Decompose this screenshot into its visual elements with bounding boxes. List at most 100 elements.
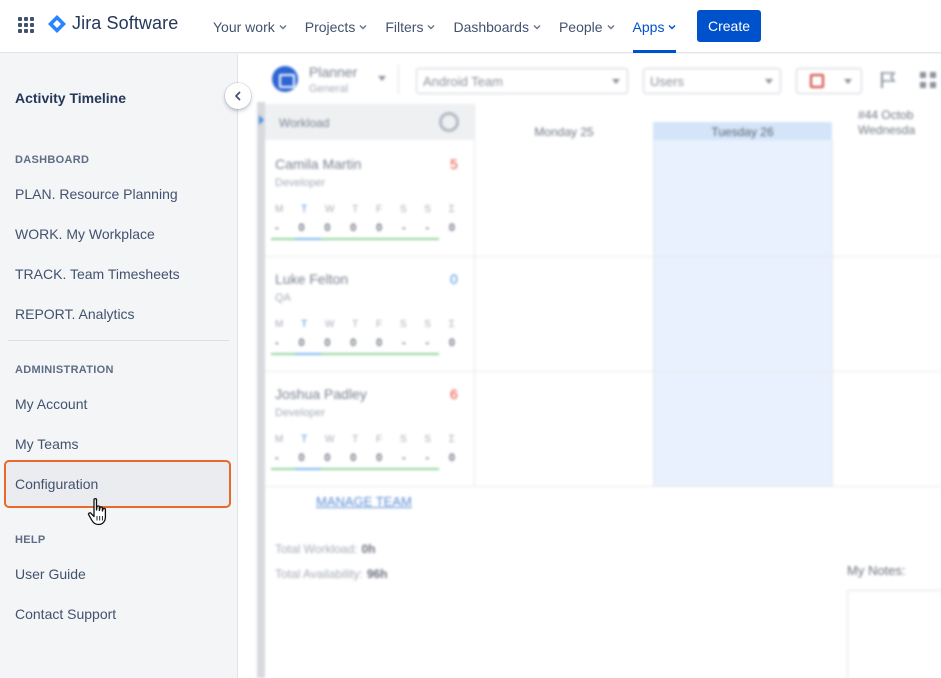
chevron-down-icon (279, 24, 287, 30)
chevron-down-icon[interactable] (378, 76, 386, 81)
weekday-value: 0 (448, 337, 455, 349)
workload-bar-today (295, 468, 321, 470)
nav-item-label: Your work (213, 18, 275, 35)
team-member-row[interactable]: Luke Felton QA 0 M T W T F S S Σ - 0 0 0 0 - - 0 (265, 257, 474, 369)
gear-icon[interactable] (439, 112, 459, 132)
weekday-letter: W (324, 434, 335, 445)
weekday-values: - 0 0 0 0 - - 0 (275, 337, 455, 349)
column-divider (653, 140, 654, 486)
calendar-button[interactable] (796, 68, 862, 94)
toolbar-divider (398, 64, 399, 94)
nav-item-filters[interactable]: Filters (376, 0, 444, 53)
weekday-value: 0 (324, 337, 331, 349)
sidebar-item-my-account[interactable]: My Account (15, 396, 87, 412)
day-header-monday: Monday 25 (534, 125, 594, 139)
sidebar-item-user-guide[interactable]: User Guide (15, 566, 86, 582)
sidebar-item-my-teams[interactable]: My Teams (15, 436, 79, 452)
create-button[interactable]: Create (697, 10, 761, 42)
weekday-letter: S (424, 319, 431, 330)
team-member-row[interactable]: Joshua Padley Developer 6 M T W T F S S Σ - 0 0 0 0 - - 0 (265, 372, 474, 484)
team-select[interactable]: Android Team (416, 68, 628, 94)
weekday-value: - (275, 222, 279, 234)
sidebar-item-analytics[interactable]: REPORT. Analytics (15, 306, 135, 322)
weekday-values: - 0 0 0 0 - - 0 (275, 222, 455, 234)
sidebar-item-configuration[interactable]: Configuration (15, 476, 98, 492)
total-availability-value: 96h (366, 567, 388, 581)
weekday-letter: S (424, 204, 431, 215)
nav-item-label: Projects (304, 18, 356, 35)
weekday-letter: W (324, 204, 335, 215)
weekday-value: 0 (324, 222, 331, 234)
nav-item-dashboards[interactable]: Dashboards (444, 0, 550, 53)
weekday-value: 0 (298, 452, 305, 464)
weekday-value: - (275, 452, 279, 464)
nav-item-projects[interactable]: Projects (296, 0, 377, 53)
chevron-down-icon (844, 79, 852, 84)
nav-item-your-work[interactable]: Your work (204, 0, 296, 53)
my-notes-textarea[interactable] (847, 590, 941, 678)
member-name: Camila Martin (275, 156, 362, 172)
weekday-letter: Σ (448, 204, 455, 215)
weekday-value: 0 (376, 337, 383, 349)
weekday-value: - (425, 452, 430, 464)
sidebar-item-team-timesheets[interactable]: TRACK. Team Timesheets (15, 266, 180, 282)
member-name: Joshua Padley (275, 386, 367, 402)
manage-team-link[interactable]: MANAGE TEAM (316, 494, 412, 509)
team-member-row[interactable]: Camila Martin Developer 5 M T W T F S S Σ - 0 0 0 0 - - 0 (265, 142, 474, 254)
planner-title[interactable]: Planner (309, 64, 357, 80)
weekday-value: 0 (298, 222, 305, 234)
member-role: QA (275, 292, 291, 304)
weekday-letter: S (399, 204, 407, 215)
chevron-right-icon[interactable] (259, 115, 264, 125)
total-workload: Total Workload: 0h (275, 542, 376, 556)
weekday-value: 0 (448, 222, 455, 234)
weekday-value: - (425, 337, 430, 349)
primary-nav: Your work Projects Filters Dashboards People… (204, 0, 685, 53)
weekday-letter: F (376, 434, 383, 445)
users-select[interactable]: Users (643, 68, 781, 94)
workload-bar-today (295, 238, 321, 240)
nav-item-label: Filters (385, 18, 424, 35)
flag-icon[interactable] (880, 71, 896, 89)
planner-icon (272, 66, 298, 92)
weekday-letters: MTWTFSSΣ (275, 319, 455, 330)
sidebar-item-contact-support[interactable]: Contact Support (15, 606, 116, 622)
hand-cursor-icon (87, 498, 107, 526)
weekday-value: 0 (298, 337, 305, 349)
weekday-value: 0 (376, 222, 383, 234)
collapse-gutter[interactable] (257, 102, 265, 678)
section-heading-administration: ADMINISTRATION (15, 364, 114, 376)
sidebar-item-resource-planning[interactable]: PLAN. Resource Planning (15, 186, 178, 202)
member-issue-count: 0 (450, 271, 458, 287)
nav-item-apps[interactable]: Apps (624, 0, 686, 53)
nav-item-people[interactable]: People (550, 0, 624, 53)
member-role: Developer (275, 407, 326, 419)
jira-logo-icon (48, 14, 66, 33)
jira-logo[interactable]: Jira Software (48, 13, 178, 34)
weekday-value: - (402, 452, 406, 464)
total-workload-value: 0h (361, 542, 376, 556)
member-name: Luke Felton (275, 271, 349, 287)
chevron-down-icon (607, 24, 615, 30)
weekday-letter: T (352, 434, 359, 445)
sidebar-item-my-workplace[interactable]: WORK. My Workplace (15, 226, 155, 242)
weekday-letter: T (352, 319, 359, 330)
member-role: Developer (275, 177, 326, 189)
weekday-letter: F (376, 319, 383, 330)
workload-bar-today (295, 353, 321, 355)
weekday-letter: S (399, 319, 407, 330)
weekday-letters: MTWTFSSΣ (275, 434, 455, 445)
total-workload-label: Total Workload: (275, 542, 358, 556)
app-switcher-icon[interactable] (18, 17, 34, 33)
weekday-value: - (425, 222, 430, 234)
app-name: Jira Software (72, 13, 179, 33)
grid-view-icon[interactable] (920, 72, 936, 88)
today-column (653, 140, 832, 486)
collapse-sidebar-button[interactable] (225, 83, 251, 109)
workload-header: Workload (265, 104, 474, 140)
weekday-letter: T (301, 319, 308, 330)
weekday-value: 0 (350, 452, 357, 464)
chevron-left-icon (235, 91, 241, 101)
member-issue-count: 5 (450, 156, 458, 172)
chevron-down-icon (668, 24, 676, 30)
